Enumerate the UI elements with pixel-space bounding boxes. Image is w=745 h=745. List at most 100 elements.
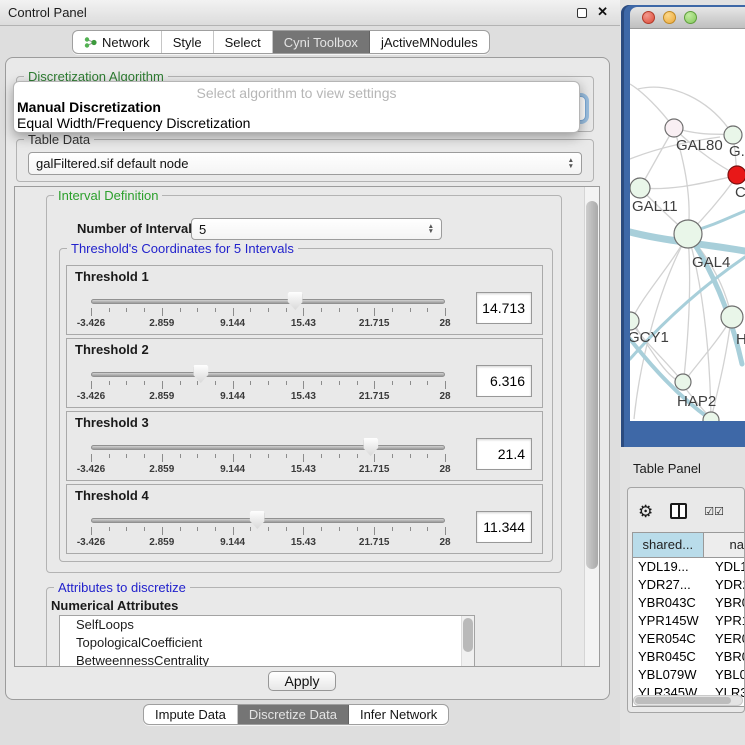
slider-track[interactable] bbox=[91, 299, 445, 304]
tab-label: Style bbox=[173, 35, 202, 50]
attribute-item[interactable]: SelfLoops bbox=[60, 616, 474, 634]
network-view-window: GAL80G.CGAL11GAL4GCY1HHAP2 bbox=[621, 5, 745, 447]
column-header-shared[interactable]: shared... bbox=[633, 533, 704, 558]
table-row[interactable]: YPR145WYPR1 bbox=[633, 612, 745, 630]
attributes-scrollbar[interactable] bbox=[461, 616, 474, 667]
numerical-attributes-list[interactable]: SelfLoopsTopologicalCoefficientBetweenne… bbox=[59, 615, 475, 667]
cell-name[interactable]: YPR1 bbox=[707, 612, 745, 630]
zoom-traffic-light-icon[interactable] bbox=[684, 11, 697, 24]
bottom-tab-bar: Impute Data Discretize Data Infer Network bbox=[143, 704, 449, 725]
table-row[interactable]: YER054CYER0 bbox=[633, 630, 745, 648]
combo-spinner-icon[interactable]: ▲▼ bbox=[568, 158, 574, 169]
cell-name[interactable]: YBR0 bbox=[707, 648, 745, 666]
tab-impute-data[interactable]: Impute Data bbox=[144, 705, 238, 724]
algorithm-option[interactable]: Manual Discretization bbox=[17, 99, 161, 115]
slider-track[interactable] bbox=[91, 518, 445, 523]
combo-spinner-icon[interactable]: ▲▼ bbox=[428, 224, 434, 235]
table-row[interactable]: YBL079WYBL0 bbox=[633, 666, 745, 684]
columns-icon[interactable] bbox=[670, 503, 687, 519]
table-data-group: Table Data galFiltered.sif default node … bbox=[16, 139, 594, 182]
table-row[interactable]: YBR045CYBR0 bbox=[633, 648, 745, 666]
minimize-traffic-light-icon[interactable] bbox=[663, 11, 676, 24]
network-node[interactable] bbox=[724, 126, 742, 144]
slider-tick-labels: -3.4262.8599.14415.4321.71528 bbox=[91, 464, 445, 476]
network-node-label: GAL80 bbox=[676, 137, 723, 154]
slider-track[interactable] bbox=[91, 445, 445, 450]
select-columns-checkboxes-icon[interactable]: ☑☑ bbox=[704, 505, 724, 518]
cell-shared-name[interactable]: YER054C bbox=[633, 630, 707, 648]
cell-shared-name[interactable]: YBL079W bbox=[633, 666, 707, 684]
network-node[interactable] bbox=[728, 166, 745, 184]
network-node-label: C bbox=[735, 184, 745, 201]
app-root: Control Panel ✕ NetworkStyleSelectCyni T… bbox=[0, 0, 745, 745]
network-node[interactable] bbox=[721, 306, 743, 328]
float-window-icon[interactable] bbox=[577, 8, 587, 18]
network-node[interactable] bbox=[665, 119, 683, 137]
close-icon[interactable]: ✕ bbox=[597, 4, 608, 20]
tab-network[interactable]: Network bbox=[73, 31, 162, 53]
tab-infer-network[interactable]: Infer Network bbox=[349, 705, 448, 724]
tab-jactivemnodules[interactable]: jActiveMNodules bbox=[370, 31, 489, 53]
slider-ticks bbox=[91, 454, 445, 462]
threshold-value-field[interactable]: 21.4 bbox=[476, 438, 532, 470]
algorithm-option[interactable]: Equal Width/Frequency Discretization bbox=[17, 115, 250, 131]
network-edges bbox=[630, 84, 737, 419]
tab-cyni-toolbox[interactable]: Cyni Toolbox bbox=[273, 31, 370, 53]
tab-label: Cyni Toolbox bbox=[284, 35, 358, 50]
threshold-value-field[interactable]: 6.316 bbox=[476, 365, 532, 397]
tab-discretize-data[interactable]: Discretize Data bbox=[238, 705, 349, 724]
table-hscrollbar[interactable] bbox=[633, 695, 743, 706]
table-row[interactable]: YBR043CYBR0 bbox=[633, 594, 745, 612]
cell-name[interactable]: YBR0 bbox=[707, 594, 745, 612]
threshold-label: Threshold 3 bbox=[75, 415, 149, 430]
number-of-intervals-combobox[interactable]: 5 ▲▼ bbox=[191, 218, 442, 240]
settings-scrollbar-thumb[interactable] bbox=[586, 201, 598, 569]
tab-select[interactable]: Select bbox=[214, 31, 273, 53]
network-node[interactable] bbox=[675, 374, 691, 390]
threshold-panel: Threshold 4-3.4262.8599.14415.4321.71528… bbox=[66, 484, 543, 554]
network-node[interactable] bbox=[674, 220, 702, 248]
tab-style[interactable]: Style bbox=[162, 31, 214, 53]
control-panel: Control Panel ✕ NetworkStyleSelectCyni T… bbox=[0, 0, 620, 745]
network-node[interactable] bbox=[630, 312, 639, 330]
cell-shared-name[interactable]: YDL19... bbox=[633, 558, 707, 576]
cell-shared-name[interactable]: YDR27... bbox=[633, 576, 707, 594]
cell-shared-name[interactable]: YBR043C bbox=[633, 594, 707, 612]
number-of-intervals-label: Number of Intervals bbox=[77, 221, 199, 236]
cell-name[interactable]: YDR2 bbox=[707, 576, 745, 594]
slider-ticks bbox=[91, 527, 445, 535]
table-hscrollbar-thumb[interactable] bbox=[635, 697, 731, 704]
cell-name[interactable]: YBL0 bbox=[707, 666, 745, 684]
attribute-item[interactable]: TopologicalCoefficient bbox=[60, 634, 474, 652]
table-row[interactable]: YDL19...YDL1 bbox=[633, 558, 745, 576]
slider-track[interactable] bbox=[91, 372, 445, 377]
network-canvas[interactable]: GAL80G.CGAL11GAL4GCY1HHAP2 bbox=[630, 29, 745, 421]
threshold-value-field[interactable]: 11.344 bbox=[476, 511, 532, 543]
node-table[interactable]: shared... na YDL19...YDL1YDR27...YDR2YBR… bbox=[632, 532, 745, 707]
threshold-value-field[interactable]: 14.713 bbox=[476, 292, 532, 324]
algorithm-dropdown-popup: Select algorithm to view settings Manual… bbox=[13, 81, 580, 133]
apply-button[interactable]: Apply bbox=[268, 671, 336, 691]
close-traffic-light-icon[interactable] bbox=[642, 11, 655, 24]
cell-shared-name[interactable]: YPR145W bbox=[633, 612, 707, 630]
network-node[interactable] bbox=[630, 178, 650, 198]
gear-icon[interactable]: ⚙ bbox=[638, 503, 653, 520]
attribute-items: SelfLoopsTopologicalCoefficientBetweenne… bbox=[60, 616, 474, 667]
table-panel: ⚙ ☑☑ shared... na YDL19...YDL1YDR27...YD… bbox=[627, 487, 745, 713]
table-row[interactable]: YDR27...YDR2 bbox=[633, 576, 745, 594]
table-data-combobox[interactable]: galFiltered.sif default node ▲▼ bbox=[28, 152, 582, 175]
tab-label: Select bbox=[225, 35, 261, 50]
threshold-panel: Threshold 1-3.4262.8599.14415.4321.71528… bbox=[66, 265, 543, 335]
cell-name[interactable]: YDL1 bbox=[707, 558, 745, 576]
tab-label: Infer Network bbox=[360, 707, 437, 722]
threshold-label: Threshold 2 bbox=[75, 342, 149, 357]
cell-name[interactable]: YER0 bbox=[707, 630, 745, 648]
cell-shared-name[interactable]: YBR045C bbox=[633, 648, 707, 666]
settings-scrollbar[interactable] bbox=[584, 187, 599, 666]
column-header-name[interactable]: na bbox=[704, 533, 745, 558]
table-rows: YDL19...YDL1YDR27...YDR2YBR043CYBR0YPR14… bbox=[633, 558, 745, 707]
slider-ticks bbox=[91, 308, 445, 316]
attribute-item[interactable]: BetweennessCentrality bbox=[60, 652, 474, 667]
attributes-scrollbar-thumb[interactable] bbox=[463, 618, 473, 652]
tab-label: Impute Data bbox=[155, 707, 226, 722]
